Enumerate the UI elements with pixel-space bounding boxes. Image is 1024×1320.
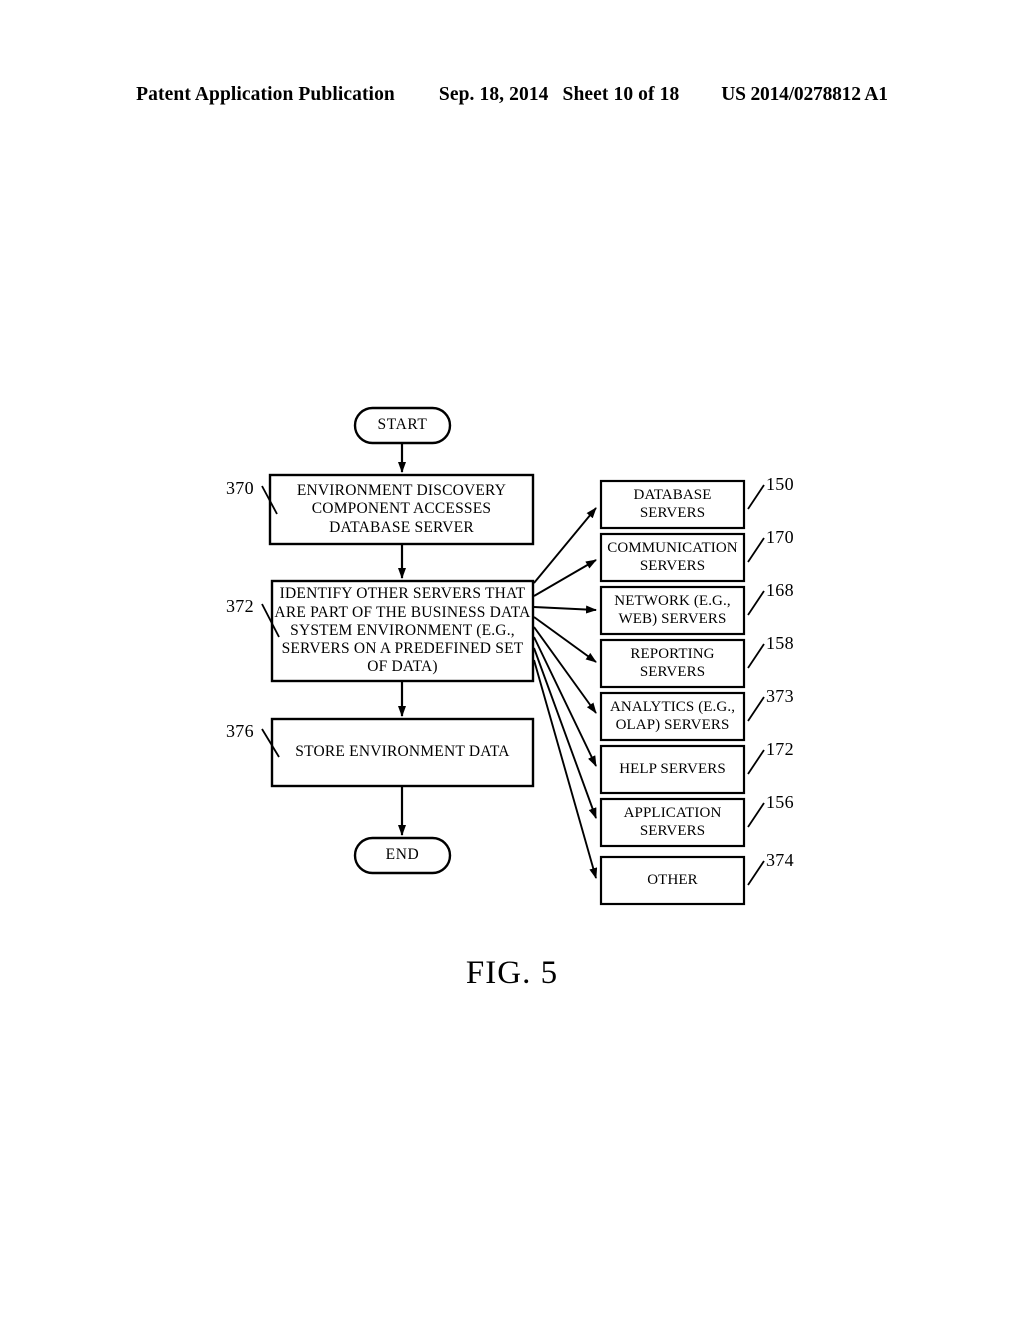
- flowchart-svg: [261, 406, 765, 906]
- reference-number-170: 170: [766, 527, 794, 547]
- server-box-7-shape: [599, 855, 746, 906]
- figure-caption: FIG. 5: [465, 955, 559, 991]
- server-box-1-shape: [599, 532, 746, 583]
- end-terminal-shape: [353, 836, 452, 875]
- reference-number-158: 158: [766, 633, 794, 653]
- connector-step372-to-server-0: [533, 507, 597, 584]
- connector-step372-to-server-7: [533, 659, 598, 879]
- leader-line-170: [747, 537, 765, 563]
- server-box-6-shape: [599, 797, 746, 848]
- leader-line-373: [747, 696, 765, 722]
- reference-number-172: 172: [766, 739, 794, 759]
- connector-step372-to-server-1: [533, 559, 597, 597]
- server-box-0-shape: [599, 479, 746, 530]
- reference-number-156: 156: [766, 792, 794, 812]
- start-terminal-shape: [353, 406, 452, 445]
- server-box-5-shape: [599, 744, 746, 795]
- reference-number-372: 372: [226, 596, 254, 616]
- leader-line-172: [747, 749, 765, 775]
- leader-line-168: [747, 590, 765, 616]
- reference-number-374: 374: [766, 850, 794, 870]
- leader-line-158: [747, 643, 765, 669]
- leader-line-150: [747, 484, 765, 510]
- patent-figure-drawing: START END ENVIRONMENT DISCOVERY COMPONEN…: [0, 0, 1024, 1320]
- reference-number-373: 373: [766, 686, 794, 706]
- server-box-4-shape: [599, 691, 746, 742]
- reference-number-376: 376: [226, 721, 254, 741]
- reference-number-168: 168: [766, 580, 794, 600]
- leader-line-374: [747, 860, 765, 886]
- server-box-2-shape: [599, 585, 746, 636]
- step-370-box: [268, 473, 535, 546]
- leader-line-156: [747, 802, 765, 828]
- step-372-box: [270, 579, 535, 683]
- reference-number-150: 150: [766, 474, 794, 494]
- server-box-3-shape: [599, 638, 746, 689]
- reference-number-370: 370: [226, 478, 254, 498]
- connector-step372-to-server-2: [533, 605, 597, 614]
- step-376-box: [270, 717, 535, 788]
- connector-step372-to-server-6: [533, 647, 597, 819]
